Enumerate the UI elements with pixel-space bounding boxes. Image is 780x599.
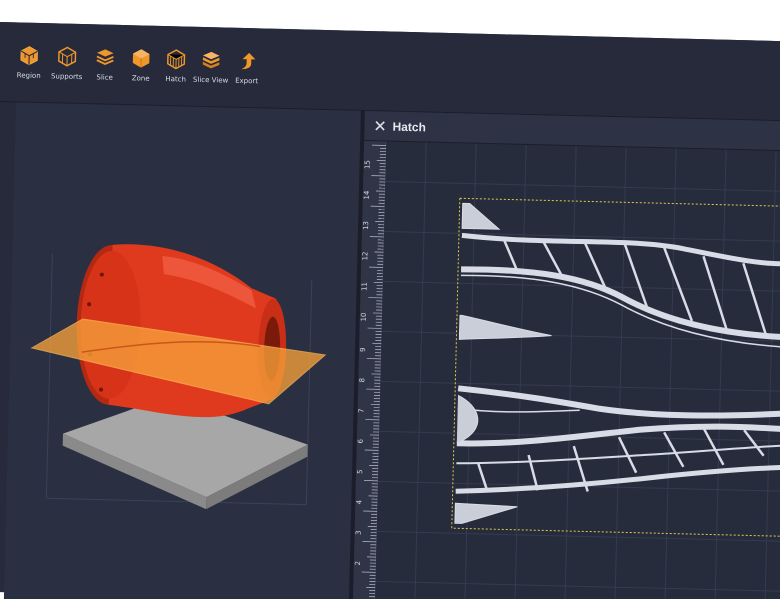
close-panel-button[interactable] xyxy=(368,115,391,138)
ruler-label: 7 xyxy=(358,408,366,413)
ruler-label: 14 xyxy=(363,190,371,200)
zone-cube-icon xyxy=(132,49,150,68)
slice-boundary xyxy=(451,197,780,537)
slice-layers-icon xyxy=(96,49,114,65)
ruler-label: 2 xyxy=(354,561,362,566)
slice-view-layers-icon xyxy=(202,51,220,69)
ruler-label: 9 xyxy=(359,347,367,352)
3d-scene xyxy=(30,244,327,510)
ruler-label: 5 xyxy=(356,469,364,474)
slice-view-label: Slice View xyxy=(192,75,229,85)
close-icon xyxy=(374,121,385,131)
region-label: Region xyxy=(16,71,41,81)
application-window: Region Supports Slice Zone Hatch Slice V… xyxy=(0,22,780,599)
ruler-label: 13 xyxy=(362,221,370,230)
ruler-label: 12 xyxy=(361,251,369,260)
region-cube-icon xyxy=(20,46,38,66)
zone-label: Zone xyxy=(131,74,150,83)
ruler-label: 6 xyxy=(357,438,365,443)
ruler-label: 10 xyxy=(360,312,368,321)
hatch-panel: Hatch 15 14 13 12 11 10 9 8 7 6 5 4 3 2 xyxy=(352,110,780,599)
ruler-label: 3 xyxy=(355,530,363,535)
hatch-panel-title: Hatch xyxy=(392,119,427,134)
ruler-label: 4 xyxy=(355,499,363,504)
ruler-label: 11 xyxy=(361,282,369,291)
export-label: Export xyxy=(235,76,259,86)
hatch-cube-icon xyxy=(167,49,186,70)
canvas-grid xyxy=(375,142,780,599)
supports-label: Supports xyxy=(50,72,83,82)
slice-label: Slice xyxy=(96,73,114,82)
ruler-label: 15 xyxy=(364,160,372,169)
export-arrow-icon xyxy=(241,52,256,70)
hatch-label: Hatch xyxy=(165,75,187,84)
3d-viewport[interactable] xyxy=(3,102,361,599)
hatch-canvas[interactable] xyxy=(375,141,780,599)
screenshot: Region Supports Slice Zone Hatch Slice V… xyxy=(0,0,780,599)
hatch-paths xyxy=(454,202,780,524)
export-button[interactable]: Export xyxy=(224,50,269,101)
supports-cube-icon xyxy=(58,46,77,67)
hatch-drawing xyxy=(375,142,780,599)
ruler-label: 8 xyxy=(358,378,366,383)
